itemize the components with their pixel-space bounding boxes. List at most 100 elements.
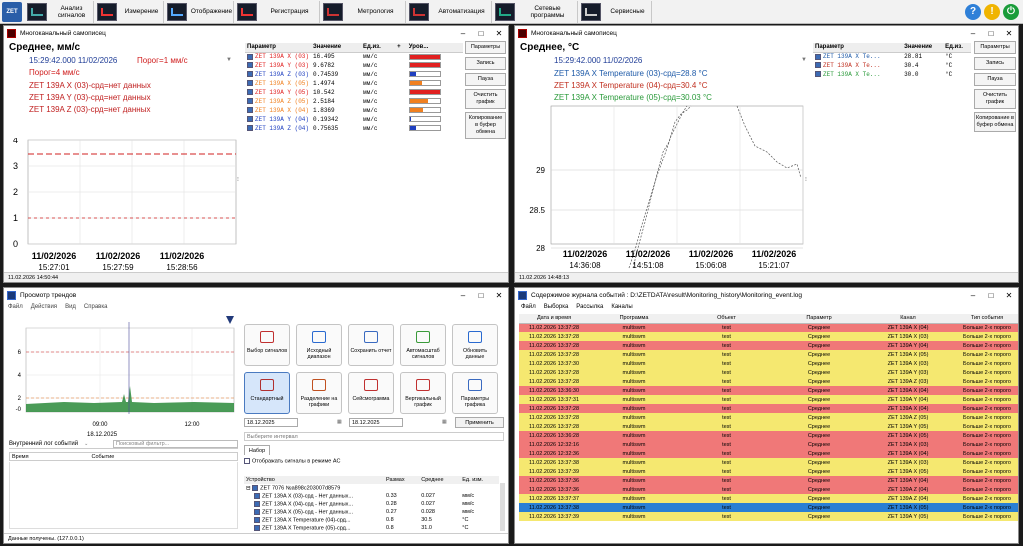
event-row[interactable]: 11.02.2026 13:37:38 multiswm test Среднее ZE… (519, 503, 1018, 512)
maximize-icon[interactable]: □ (472, 29, 490, 38)
close-icon[interactable]: ✕ (490, 291, 508, 300)
event-row[interactable]: 11.02.2026 13:36:30 multiswm test Среднее ZE… (519, 386, 1018, 395)
reset-range-button[interactable]: Исходный диапазон (296, 324, 342, 366)
device-checkbox[interactable] (254, 492, 260, 499)
close-icon[interactable]: ✕ (490, 29, 508, 38)
channel-checkbox[interactable] (247, 89, 253, 96)
device-checkbox[interactable] (254, 500, 260, 507)
column-header[interactable]: Тип события (952, 314, 1018, 324)
seismogram-button[interactable]: Сейсмограмма (348, 372, 394, 414)
maximize-icon[interactable]: □ (982, 291, 1000, 300)
event-row[interactable]: 11.02.2026 13:37:30 multiswm test Среднее ZE… (519, 359, 1018, 368)
event-row[interactable]: 11.02.2026 13:37:36 multiswm test Среднее ZE… (519, 485, 1018, 494)
device-row[interactable]: ZET 139A X Temperature (05)-срд... 0.8 31.… (244, 524, 499, 532)
event-row[interactable]: 11.02.2026 13:37:28 multiswm test Среднее ZE… (519, 332, 1018, 341)
table-row[interactable]: ZET 139A Y (04) 0.19342 мм/с (245, 115, 463, 124)
velocity-chart[interactable]: 4 3 2 1 0 11/02/2026 15:27:01 11/02/2026 15:27:… (4, 138, 240, 283)
table-row[interactable]: ZET 139A X (03) 16.495 мм/с (245, 52, 463, 61)
event-row[interactable]: 11.02.2026 13:37:28 multiswm test Среднее ZE… (519, 341, 1018, 350)
help-icon[interactable]: ? (965, 3, 981, 20)
table-row[interactable]: ZET 139A X (05) 1.4974 мм/с (245, 79, 463, 88)
calendar-icon[interactable]: ▦ (337, 419, 342, 425)
event-row[interactable]: 11.02.2026 13:37:28 multiswm test Среднее ZE… (519, 350, 1018, 359)
column-header[interactable]: Программа (589, 314, 679, 324)
channel-checkbox[interactable] (815, 53, 821, 60)
event-row[interactable]: 11.02.2026 13:37:31 multiswm test Среднее ZE… (519, 395, 1018, 404)
tab-registration[interactable]: Регистрация (234, 0, 320, 23)
side-button[interactable]: Очистить график (465, 89, 506, 109)
event-row[interactable]: 11.02.2026 13:37:39 multiswm test Среднее ZE… (519, 512, 1018, 521)
device-checkbox[interactable] (254, 508, 260, 515)
minimize-icon[interactable]: – (964, 29, 982, 38)
tab-metrology[interactable]: Метрология (320, 0, 406, 23)
menu-item[interactable]: Вид (65, 304, 76, 310)
table-row[interactable]: ZET 139A X Te... 30.0 °С (813, 70, 971, 79)
event-row[interactable]: 11.02.2026 13:37:37 multiswm test Среднее ZE… (519, 494, 1018, 503)
date-to-input[interactable]: 18.12.2025 (349, 418, 403, 427)
side-button[interactable]: Запись (974, 57, 1016, 70)
channel-checkbox[interactable] (815, 62, 821, 69)
side-button[interactable]: Пауза (465, 73, 506, 86)
tab-set[interactable]: Набор (244, 445, 270, 455)
split-graphs-button[interactable]: Разделение на графики (296, 372, 342, 414)
table-row[interactable]: ZET 139A Z (04) 0.75635 мм/с (245, 124, 463, 133)
menu-item[interactable]: Рассылка (576, 304, 603, 310)
side-button[interactable]: Копирование в буфер обмена (974, 112, 1016, 132)
autoscale-button[interactable]: Автомасштаб сигналов (400, 324, 446, 366)
device-checkbox[interactable] (254, 516, 260, 523)
save-report-button[interactable]: Сохранить отчет (348, 324, 394, 366)
power-icon[interactable]: ⏻ (1003, 3, 1019, 20)
select-signals-button[interactable]: Выбор сигналов (244, 324, 290, 366)
interval-select[interactable]: Выберите интервал (244, 432, 504, 441)
column-header[interactable]: Дата и время (519, 314, 589, 324)
tab-display[interactable]: Отображение (164, 0, 234, 23)
device-row[interactable]: ⊟ ZET 7076 №a898c203007d8579 (244, 484, 499, 492)
channel-checkbox[interactable] (247, 80, 253, 87)
table-row[interactable]: ZET 139A Z (05) 2.5184 мм/с (245, 97, 463, 106)
menu-item[interactable]: Справка (84, 304, 108, 310)
event-row[interactable]: 11.02.2026 13:37:28 multiswm test Среднее ZE… (519, 413, 1018, 422)
trend-chart[interactable]: 6 4 2 -0 09:00 12:00 (4, 314, 240, 434)
standard-view-button[interactable]: Стандартный (244, 372, 290, 414)
close-icon[interactable]: ✕ (1000, 291, 1018, 300)
chevron-down-icon[interactable]: ⌄ (84, 441, 88, 447)
event-row[interactable]: 11.02.2026 13:37:28 multiswm test Среднее ZE… (519, 377, 1018, 386)
tab-automation[interactable]: Автоматизация (406, 0, 492, 23)
menu-item[interactable]: Действия (31, 304, 57, 310)
table-row[interactable]: ZET 139A X (04) 1.8369 мм/с (245, 106, 463, 115)
event-row[interactable]: 11.02.2026 12:32:16 multiswm test Среднее ZE… (519, 440, 1018, 449)
dropdown-arrow-icon[interactable]: ▼ (801, 57, 807, 63)
channel-checkbox[interactable] (247, 98, 253, 105)
event-row[interactable]: 11.02.2026 13:37:28 multiswm test Среднее ZE… (519, 323, 1018, 332)
table-row[interactable]: ZET 139A Z (03) 0.74539 мм/с (245, 70, 463, 79)
event-row[interactable]: 11.02.2026 13:37:28 multiswm test Среднее ZE… (519, 422, 1018, 431)
minimize-icon[interactable]: – (964, 291, 982, 300)
side-button[interactable]: Копирование в буфер обмена (465, 112, 506, 139)
side-button[interactable]: Очистить график (974, 89, 1016, 109)
menu-item[interactable]: Каналы (611, 304, 632, 310)
menu-item[interactable]: Файл (8, 304, 23, 310)
table-row[interactable]: ZET 139A Y (03) 9.6782 мм/с (245, 61, 463, 70)
column-header[interactable]: Канал (864, 314, 952, 324)
vertical-graph-button[interactable]: Вертикальный график (400, 372, 446, 414)
dropdown-arrow-icon[interactable]: ▼ (226, 57, 232, 63)
maximize-icon[interactable]: □ (472, 291, 490, 300)
column-header[interactable]: Параметр (774, 314, 864, 324)
menu-item[interactable]: Файл (521, 304, 536, 310)
device-checkbox[interactable] (254, 524, 260, 531)
table-row[interactable]: ZET 139A X Te... 28.81 °С (813, 52, 971, 61)
channel-checkbox[interactable] (247, 71, 253, 78)
graph-params-button[interactable]: Параметры графика (452, 372, 498, 414)
channel-checkbox[interactable] (247, 125, 253, 132)
event-row[interactable]: 11.02.2026 13:37:39 multiswm test Среднее ZE… (519, 467, 1018, 476)
channel-checkbox[interactable] (247, 107, 253, 114)
channel-checkbox[interactable] (247, 53, 253, 60)
tab-service[interactable]: Сервисные (578, 0, 652, 23)
channel-checkbox[interactable] (247, 62, 253, 69)
ac-checkbox[interactable] (244, 458, 250, 464)
event-row[interactable]: 11.02.2026 13:36:28 multiswm test Среднее ZE… (519, 431, 1018, 440)
side-button[interactable]: Параметры (465, 41, 506, 54)
ac-mode-checkbox-row[interactable]: Отображать сигналы в режиме AC (244, 458, 340, 464)
apply-button[interactable]: Применить (455, 417, 504, 428)
device-checkbox[interactable] (252, 484, 259, 491)
